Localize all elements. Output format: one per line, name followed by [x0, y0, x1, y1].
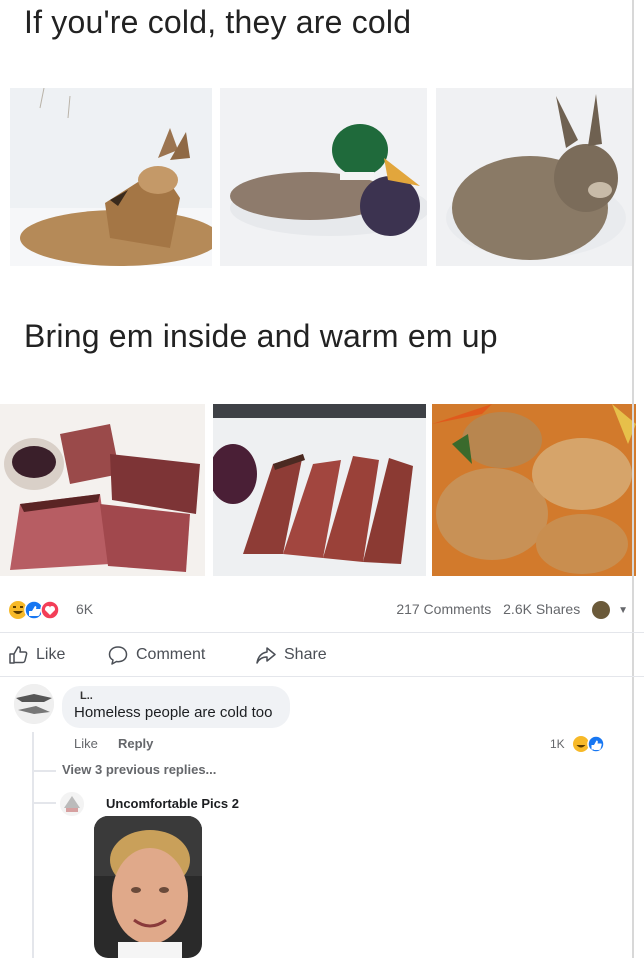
comment-reaction-icons [573, 735, 605, 753]
divider [0, 632, 644, 633]
post-stats-bar: 6K 217 Comments 2.6K Shares ▼ [8, 598, 628, 622]
sliced-duck-breast-photo [213, 404, 426, 576]
reply-author-avatar[interactable] [60, 792, 84, 816]
comment-button[interactable]: Comment [108, 642, 205, 668]
reply-thread-connector [32, 802, 56, 804]
comment-text: Homeless people are cold too [74, 704, 273, 721]
reaction-icons[interactable] [8, 600, 66, 620]
like-label: Like [36, 646, 66, 663]
like-button[interactable]: Like [8, 642, 65, 668]
comment-section: L.. Homeless people are cold too Like Re… [0, 680, 640, 958]
meme-caption-top: If you're cold, they are cold [24, 4, 412, 40]
reaction-count[interactable]: 6K [76, 601, 93, 617]
comment-label: Comment [136, 646, 206, 663]
comment-reactions[interactable]: 1K [550, 734, 610, 754]
share-label: Share [284, 646, 327, 663]
caret-down-icon[interactable]: ▼ [618, 605, 628, 616]
duck-in-snow-photo [220, 88, 427, 266]
thumbs-up-icon [9, 646, 28, 664]
commenter-avatar[interactable] [14, 684, 54, 724]
stats-right: 217 Comments 2.6K Shares ▼ [388, 601, 628, 620]
reply-thread-line [32, 732, 34, 958]
shares-count[interactable]: 2.6K Shares [503, 601, 580, 617]
comment-bubble: L.. Homeless people are cold too [62, 686, 290, 728]
divider [0, 676, 644, 677]
share-icon [256, 647, 276, 664]
haha-reaction-icon [573, 736, 589, 752]
comments-count[interactable]: 217 Comments [396, 601, 491, 617]
meme-caption-bottom: Bring em inside and warm em up [24, 318, 498, 354]
meme-image[interactable]: If you're cold, they are cold Bring em i… [0, 0, 644, 588]
post-actions: Like Comment Share [0, 636, 640, 676]
deer-in-snow-photo [10, 88, 212, 266]
comment-like-link[interactable]: Like [74, 736, 98, 751]
roast-rabbit-with-vegetables-photo [432, 404, 636, 576]
comment-reaction-count: 1K [550, 737, 565, 751]
comment-icon [108, 646, 128, 665]
view-previous-replies-link[interactable]: View 3 previous replies... [62, 762, 216, 777]
comment-reply-link[interactable]: Reply [118, 736, 153, 751]
share-button[interactable]: Share [256, 642, 327, 668]
reply-reaction-photo[interactable] [94, 816, 202, 958]
comment-author[interactable]: L.. [80, 690, 93, 702]
reply-thread-connector [32, 770, 56, 772]
rabbit-in-snow-photo [436, 88, 634, 266]
page-avatar-icon[interactable] [592, 601, 611, 620]
roast-venison-photo [0, 404, 205, 576]
reply-author-name[interactable]: Uncomfortable Pics 2 [106, 796, 239, 811]
